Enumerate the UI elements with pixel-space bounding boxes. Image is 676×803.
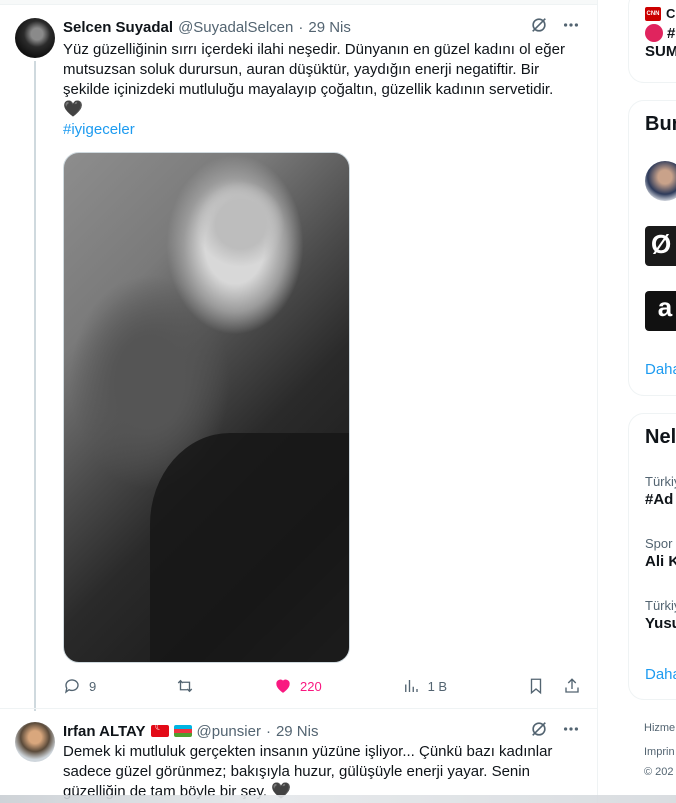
black-heart-emoji: 🖤 — [63, 101, 83, 118]
footer-copyright: © 202 — [644, 766, 674, 778]
tweet-text: Demek ki mutluluk gerçekten insanın yüzü… — [63, 742, 577, 802]
suggested-account-avatar[interactable]: a — [645, 291, 676, 331]
grok-icon[interactable] — [529, 15, 549, 35]
trend-title: #Ad — [645, 491, 674, 508]
avatar-logo-letter: a — [657, 292, 673, 322]
trend-title: Ali K — [645, 553, 676, 570]
cnn-logo-icon: CNN — [645, 6, 661, 21]
azerbaijan-flag-icon — [173, 725, 192, 737]
bookmark-button[interactable] — [527, 677, 545, 695]
separator: · — [298, 18, 304, 36]
news-source-name: CN — [666, 6, 676, 21]
tweet-date[interactable]: 29 Nis — [276, 723, 319, 740]
thread-line — [34, 61, 36, 711]
trend-category: Türkiy — [645, 598, 676, 613]
trend-category: Spor — [645, 536, 673, 551]
tweet[interactable]: Irfan ALTAY @punsier · 29 Nis Demek ki m… — [0, 708, 597, 803]
tweet-photo[interactable] — [63, 152, 350, 663]
share-icon — [565, 678, 579, 693]
avatar[interactable] — [15, 722, 55, 762]
tweet-header: Irfan ALTAY @punsier · 29 Nis — [63, 721, 318, 741]
news-card[interactable]: CNN CN # SUM — [628, 0, 676, 83]
heart-icon — [276, 679, 290, 693]
separator: · — [265, 722, 271, 740]
like-button[interactable]: 220 — [274, 677, 322, 695]
news-source: CNN CN — [645, 6, 676, 21]
trends-card: Nel Türkiy #Ad Spor Ali K Türkiy Yusu Da… — [628, 413, 676, 700]
who-to-follow-card: Bun a Daha — [628, 100, 676, 396]
avatar[interactable] — [15, 18, 55, 58]
trend-title: Yusu — [645, 615, 676, 632]
footer-link[interactable]: Hizme — [644, 722, 675, 734]
views-button[interactable]: 1 B — [402, 677, 448, 695]
tweet-actions: 9 220 1 B — [63, 675, 581, 697]
author-name[interactable]: Selcen Suyadal — [63, 19, 173, 36]
tweet-secondary-actions — [527, 677, 581, 695]
trend-item[interactable]: Türkiy Yusu — [645, 598, 676, 632]
suggested-account-avatar[interactable] — [645, 226, 676, 266]
trend-item[interactable]: Spor Ali K — [645, 536, 676, 570]
more-options-icon[interactable] — [561, 719, 581, 739]
retweet-icon — [177, 679, 193, 693]
footer-link[interactable]: Imprin — [644, 746, 675, 758]
news-headline-line2: SUM — [645, 43, 676, 60]
suggested-account-avatar[interactable] — [645, 161, 676, 201]
author-handle[interactable]: @punsier — [197, 723, 261, 740]
tweet-header: Selcen Suyadal @SuyadalSelcen · 29 Nis — [63, 17, 351, 37]
retweet-button[interactable] — [176, 677, 194, 695]
author-name[interactable]: Irfan ALTAY — [63, 723, 146, 740]
reply-button[interactable]: 9 — [63, 677, 96, 695]
trend-category: Türkiy — [645, 474, 676, 489]
grok-icon[interactable] — [529, 719, 549, 739]
news-headline-text: # — [667, 24, 676, 42]
tweet-header-actions — [529, 719, 581, 739]
author-handle[interactable]: @SuyadalSelcen — [178, 19, 293, 36]
reply-count: 9 — [89, 678, 97, 694]
like-count: 220 — [299, 678, 322, 694]
share-button[interactable] — [563, 677, 581, 695]
right-sidebar: CNN CN # SUM Bun a Daha Nel Türkiy #Ad S… — [598, 0, 676, 803]
hashtag-link[interactable]: #iyigeceler — [63, 120, 577, 140]
show-more-link[interactable]: Daha — [645, 666, 676, 683]
timeline: Selcen Suyadal @SuyadalSelcen · 29 Nis Y… — [0, 0, 598, 803]
view-count: 1 B — [427, 678, 448, 694]
tweet-body: Yüz güzelliğinin sırrı içerdeki ilahi ne… — [63, 41, 565, 98]
trends-title: Nel — [645, 426, 676, 448]
red-circle-icon — [645, 24, 663, 42]
more-options-icon[interactable] — [561, 15, 581, 35]
tweet-header-actions — [529, 15, 581, 35]
news-headline[interactable]: # — [645, 24, 675, 42]
show-more-link[interactable]: Daha — [645, 361, 676, 378]
tweet-date[interactable]: 29 Nis — [308, 19, 351, 36]
bottom-bar — [0, 795, 676, 803]
bookmark-icon — [530, 678, 542, 695]
tweet[interactable]: Selcen Suyadal @SuyadalSelcen · 29 Nis Y… — [0, 5, 597, 711]
trend-item[interactable]: Türkiy #Ad — [645, 474, 676, 508]
reply-icon — [64, 679, 79, 694]
tweet-text: Yüz güzelliğinin sırrı içerdeki ilahi ne… — [63, 40, 577, 140]
tweet-body: Demek ki mutluluk gerçekten insanın yüzü… — [63, 743, 553, 800]
who-to-follow-title: Bun — [645, 113, 676, 135]
views-chart-icon — [404, 680, 418, 692]
turkey-flag-icon — [150, 722, 169, 737]
